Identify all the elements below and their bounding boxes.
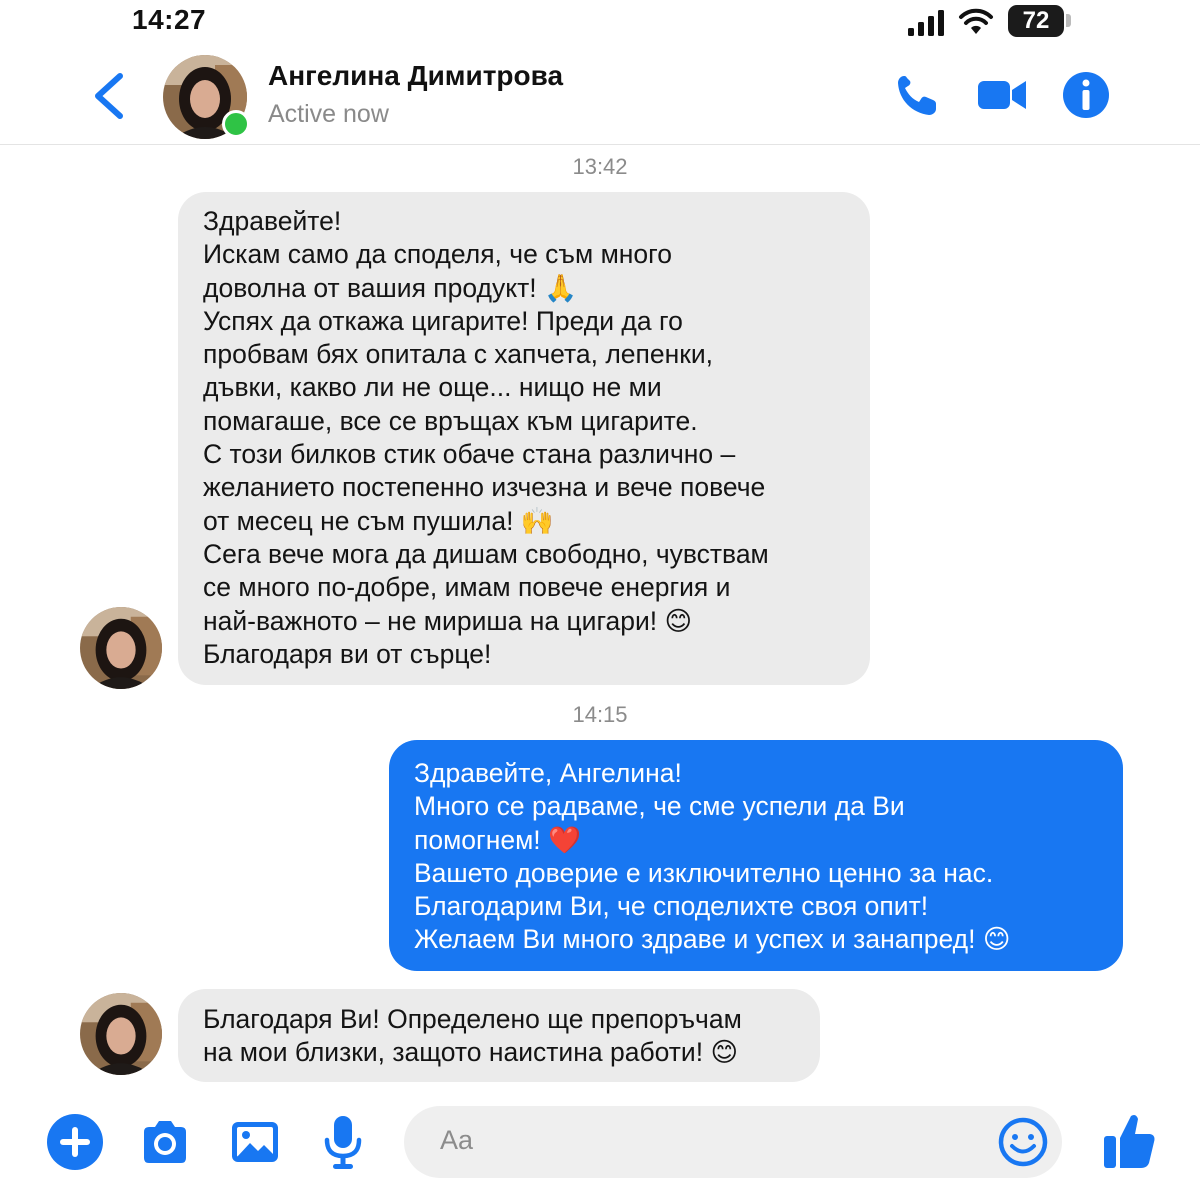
incoming-message-bubble[interactable]: Здравейте! Искам само да споделя, че съм… [178,192,870,685]
emoji-icon[interactable] [996,1114,1050,1170]
message-input[interactable] [404,1106,1062,1178]
message-line: Здравейте! [203,206,342,236]
message-line: помогнем! ❤️ [414,824,582,855]
contact-message-avatar[interactable] [80,993,162,1075]
gallery-icon[interactable] [228,1112,282,1172]
microphone-icon[interactable] [320,1112,366,1172]
camera-icon[interactable] [138,1112,192,1172]
contact-name[interactable]: Ангелина Димитрова [268,60,563,92]
back-icon[interactable] [86,70,134,122]
message-line: Много се радваме, че сме успели да Ви [414,791,905,822]
battery-cap [1066,14,1071,27]
message-line: Желаем Ви много здраве и успех и занапре… [414,924,1011,955]
message-line: Успях да откажа цигарите! Преди да го [203,305,683,336]
message-line: Здравейте, Ангелина! [414,758,682,788]
message-line: Благодарим Ви, че споделихте своя опит! [414,891,929,922]
thumbs-up-icon[interactable] [1100,1110,1158,1172]
incoming-message-bubble[interactable]: Благодаря Ви! Определено ще препоръчам н… [178,989,820,1082]
message-line: Искам само да споделя, че съм много [203,239,672,270]
phone-icon[interactable] [892,68,942,122]
message-line: от месец не съм пушила! 🙌 [203,505,554,536]
plus-icon[interactable] [45,1112,105,1172]
timestamp: 14:15 [572,702,628,727]
contact-status: Active now [268,100,389,128]
message-line: желанието постепенно изчезна и вече пове… [203,472,766,503]
message-line: С този билков стик обаче стана различно … [203,439,736,470]
message-line: Благодаря Ви! Определено ще препоръчам [203,1004,742,1034]
message-line: на мои близки, защото наистина работи! 😊 [203,1037,739,1068]
wifi-icon [959,8,993,34]
message-line: пробвам бях опитала с хапчета, лепенки, [203,339,713,370]
message-line: помагаше, все се връщах към цигарите. [203,405,698,436]
timestamp: 13:42 [572,154,628,179]
outgoing-message-bubble[interactable]: Здравейте, Ангелина! Много се радваме, ч… [389,740,1123,971]
info-icon[interactable] [1060,68,1112,122]
avatar-photo [80,993,162,1075]
message-line: дъвки, какво ли не още... нищо не ми [203,372,662,403]
status-time: 14:27 [132,4,207,35]
video-camera-icon[interactable] [976,68,1028,122]
message-input-placeholder: Aa [440,1125,474,1155]
message-line: доволна от вашия продукт! 🙏 [203,272,577,303]
message-line: Благодаря ви от сърце! [203,638,492,669]
online-status-dot [222,110,250,138]
message-line: най-важното – не мириша на цигари! 😊 [203,605,693,636]
message-line: се много по-добре, имам повече енергия и [203,572,731,603]
battery-indicator: 72 [1008,5,1064,37]
contact-message-avatar[interactable] [80,607,162,689]
message-line: Сега вече мога да дишам свободно, чувств… [203,538,769,569]
message-line: Вашето доверие е изключително ценно за н… [414,857,994,888]
signal-icon [908,10,944,36]
avatar-photo [80,607,162,689]
